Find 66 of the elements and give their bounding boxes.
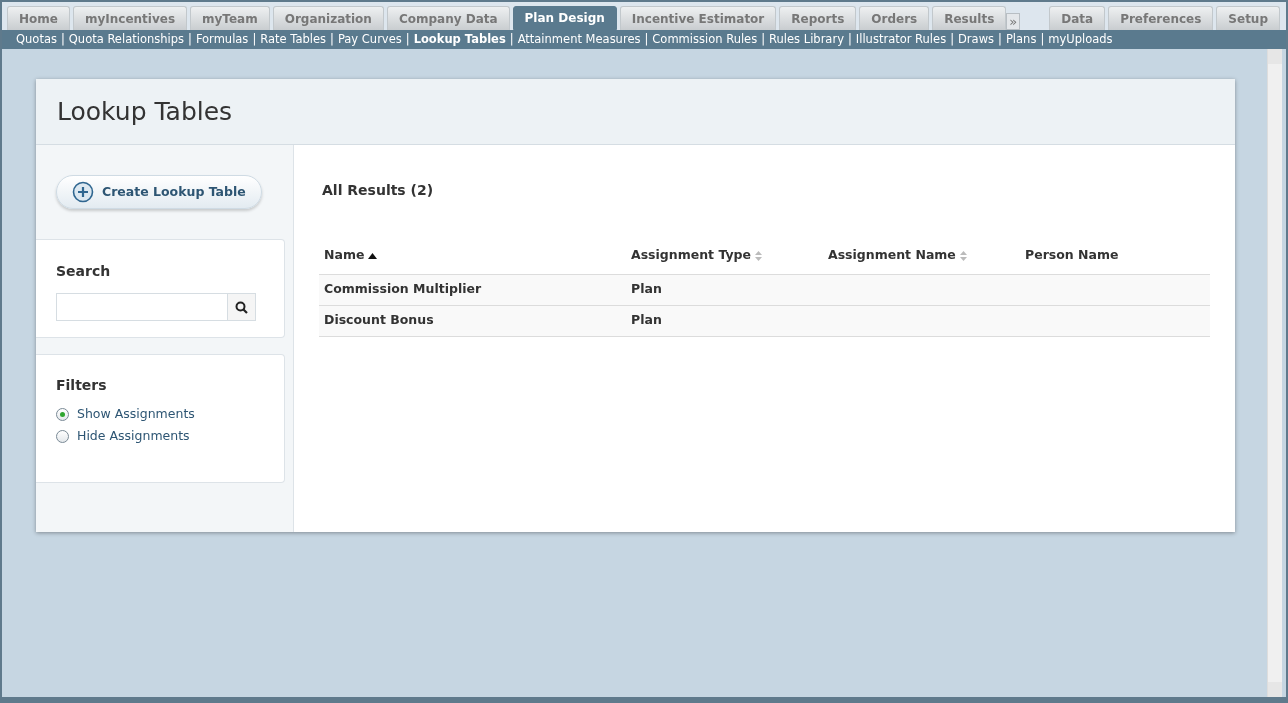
separator: | [509,30,514,48]
scrollbar[interactable] [1267,49,1282,697]
sort-icon[interactable] [959,250,967,261]
separator: | [330,30,334,48]
separator: | [644,30,649,48]
more-tabs-button[interactable]: » [1006,13,1021,30]
table-cell: Plan [631,312,662,328]
separator: | [950,30,954,48]
results-title: All Results (2) [322,181,435,200]
separator: | [405,30,410,48]
subnav-link[interactable]: myUploads [1048,30,1113,49]
separator: | [60,30,65,48]
nav-tab[interactable]: Company Data [386,6,510,30]
subnav-link[interactable]: Pay Curves [337,30,402,49]
search-button[interactable] [227,294,255,320]
column-header[interactable]: Name [324,246,365,266]
plus-icon [72,181,94,203]
table-row[interactable]: Commission Multiplier Plan [319,274,1210,305]
table-cell: Plan [631,281,662,297]
subnav-link[interactable]: Plans [1005,30,1037,49]
subnav-link[interactable]: Quota Relationships [68,30,184,49]
create-lookup-table-button[interactable]: Create Lookup Table [56,175,262,209]
separator: | [998,30,1002,48]
nav-tab[interactable]: myTeam [190,6,270,30]
search-title: Search [56,262,112,281]
subnav-link[interactable]: Formulas [195,30,249,49]
separator: | [1040,30,1045,48]
table-cell: Commission Multiplier [324,281,482,297]
subnav-link[interactable]: Draws [958,30,995,49]
nav-tab[interactable]: myIncentives [72,6,188,30]
sort-icon[interactable] [755,250,763,261]
subnav-link[interactable]: Rate Tables [260,30,326,49]
subnav-link[interactable]: Lookup Tables [413,30,506,49]
nav-tab[interactable]: Incentive Estimator [619,6,777,30]
subnav-link[interactable]: Quotas [16,30,57,49]
radio-label[interactable]: Hide Assignments [77,426,190,446]
subnav-link[interactable]: Attainment Measures [517,30,641,49]
table-cell: Discount Bonus [324,312,434,328]
nav-tab[interactable]: Home [7,6,70,30]
column-header[interactable]: Person Name [1025,246,1119,266]
subnav-link[interactable]: Rules Library [769,30,844,49]
separator: | [847,30,852,48]
nav-tab[interactable]: Reports [779,6,857,30]
nav-tab[interactable]: Data [1049,6,1106,30]
subnav-link[interactable]: Commission Rules [652,30,758,49]
sort-ascending-icon[interactable] [368,252,378,259]
separator: | [252,30,257,48]
nav-tab[interactable]: Plan Design [512,6,617,30]
radio-button[interactable] [56,407,69,421]
table-row[interactable]: Discount Bonus Plan [319,305,1210,336]
nav-tab[interactable]: Setup [1216,6,1280,30]
subnav-link[interactable]: Illustrator Rules [855,30,947,49]
column-header[interactable]: Assignment Type [631,246,752,266]
page-title: Lookup Tables [57,95,233,128]
search-field[interactable] [56,293,256,321]
separator: | [188,30,192,48]
filters-title: Filters [56,376,108,395]
separator: | [761,30,766,48]
nav-tab[interactable]: Organization [272,6,384,30]
radio-button[interactable] [56,429,69,443]
column-header[interactable]: Assignment Name [828,246,956,266]
nav-tab[interactable]: Results [932,6,1007,30]
nav-tab[interactable]: Orders [859,6,930,30]
nav-tab[interactable]: Preferences [1108,6,1214,30]
radio-label[interactable]: Show Assignments [77,405,195,424]
search-icon [235,300,248,314]
